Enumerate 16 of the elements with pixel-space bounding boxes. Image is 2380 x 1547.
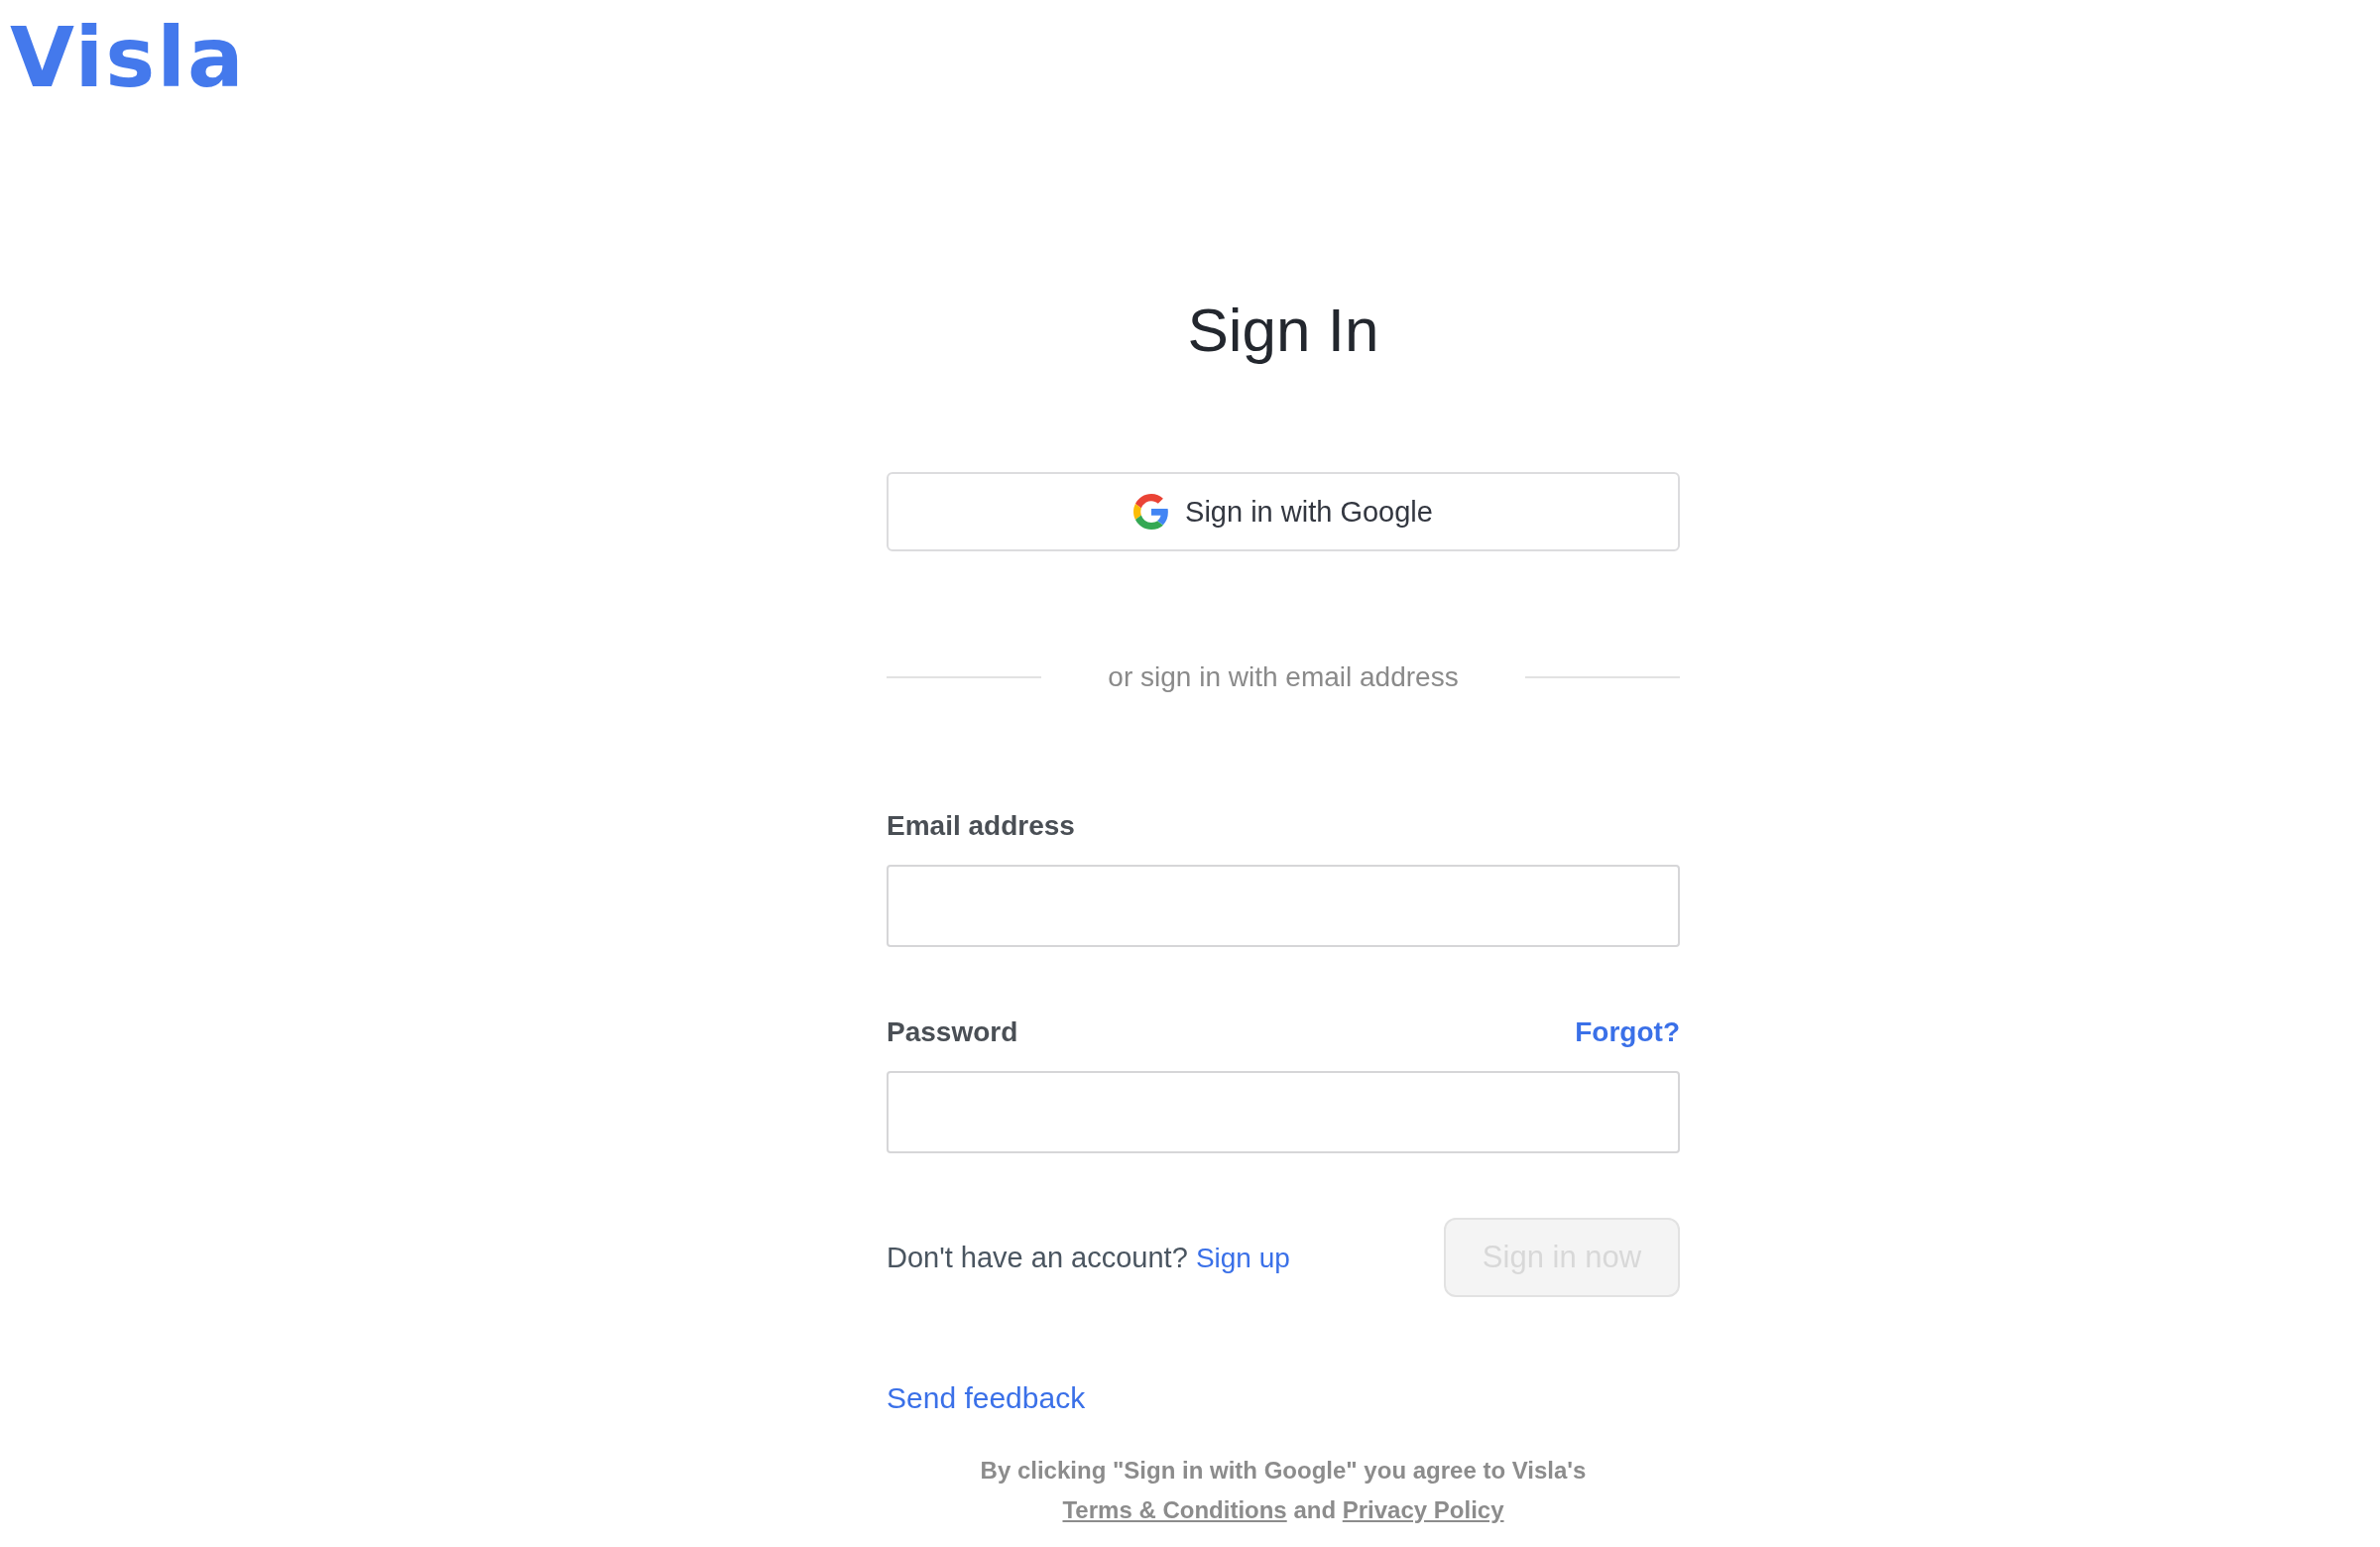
email-field[interactable]	[887, 865, 1680, 947]
password-field[interactable]	[887, 1071, 1680, 1153]
send-feedback-link[interactable]: Send feedback	[887, 1378, 1086, 1418]
google-sign-in-button[interactable]: Sign in with Google	[887, 472, 1680, 551]
terms-link[interactable]: Terms & Conditions	[1062, 1496, 1287, 1523]
field-label: Email address	[887, 810, 1075, 842]
logo[interactable]: Visla	[10, 8, 246, 107]
page-title: Sign In	[1186, 295, 1380, 366]
privacy-link[interactable]: Privacy Policy	[1342, 1496, 1504, 1523]
legal-notice: By clicking "Sign in with Google" you agree to Visla's Terms & Conditions and Privacy Policy	[979, 1456, 1588, 1525]
signup-prompt: Don't have an account? Sign up	[887, 1241, 1290, 1274]
google-g-icon	[1133, 494, 1170, 530]
divider-text: or sign in with email address	[1107, 661, 1460, 693]
forgot-link[interactable]: Forgot?	[1575, 1016, 1680, 1048]
sign-up-link[interactable]: Sign up	[1195, 1242, 1290, 1273]
field-label: Password	[887, 1016, 1018, 1048]
